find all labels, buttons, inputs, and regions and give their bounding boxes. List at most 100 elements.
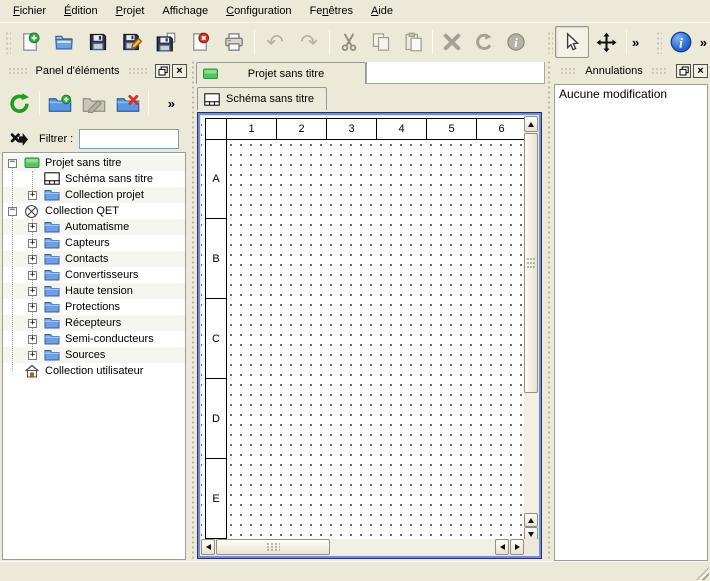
tab-project[interactable]: Projet sans titre [196, 62, 366, 84]
expand-icon[interactable] [28, 223, 37, 232]
open-project-button[interactable] [47, 26, 81, 58]
tree-item-automatisme[interactable]: Automatisme [3, 219, 185, 235]
folder-icon [44, 236, 60, 250]
expand-icon[interactable] [28, 239, 37, 248]
filter-input[interactable] [79, 129, 179, 149]
vertical-scroll-thumb[interactable] [524, 133, 538, 393]
menu-configuration[interactable]: Configuration [217, 2, 300, 20]
tab-schema[interactable]: Schéma sans titre [197, 87, 327, 110]
toolbar-drag-handle[interactable] [655, 30, 662, 54]
folder-icon [44, 332, 60, 346]
tree-item-label: Contacts [65, 253, 108, 265]
save-as-button[interactable] [115, 26, 149, 58]
horizontal-scrollbar[interactable] [201, 539, 524, 555]
toolbar-drag-handle[interactable] [546, 30, 553, 54]
redo-button[interactable]: ↷ [292, 26, 326, 58]
toolbar-overflow-button[interactable]: » [630, 35, 641, 50]
tree-item-recepteurs[interactable]: Récepteurs [3, 315, 185, 331]
copy-button[interactable] [365, 26, 397, 58]
delete-button[interactable] [436, 26, 468, 58]
dock-float-button[interactable] [676, 64, 691, 78]
scroll-left-button[interactable] [495, 539, 509, 555]
expand-icon[interactable] [28, 191, 37, 200]
menu-projet[interactable]: Projet [107, 2, 154, 20]
svg-text:i: i [514, 36, 518, 50]
dock-float-button[interactable] [155, 64, 170, 78]
tree-item-semi-conducteurs[interactable]: Semi-conducteurs [3, 331, 185, 347]
element-info-button[interactable]: i [500, 26, 532, 58]
menu-edition[interactable]: Édition [55, 2, 107, 20]
tree-item-capteurs[interactable]: Capteurs [3, 235, 185, 251]
tree-item-contacts[interactable]: Contacts [3, 251, 185, 267]
expand-icon[interactable] [28, 351, 37, 360]
toolbar-separator [254, 30, 255, 54]
menu-affichage[interactable]: Affichage [153, 2, 217, 20]
main-area: Panel d'éléments × » Filtrer : [0, 60, 710, 561]
tree-item-sources[interactable]: Sources [3, 347, 185, 363]
print-button[interactable] [217, 26, 251, 58]
about-info-button[interactable]: i [664, 26, 698, 58]
tree-item-collection-utilisateur[interactable]: Collection utilisateur [3, 363, 185, 379]
tree-item-haute-tension[interactable]: Haute tension [3, 283, 185, 299]
move-arrows-icon [596, 32, 617, 53]
clear-filter-icon[interactable] [10, 131, 29, 148]
float-icon [158, 66, 168, 76]
toolbar-overflow-button[interactable]: » [698, 35, 709, 50]
scroll-left-button[interactable] [201, 539, 215, 555]
undo-button[interactable]: ↶ [258, 26, 292, 58]
undo-history-item[interactable]: Aucune modification [555, 85, 707, 103]
toolbar-drag-handle[interactable] [4, 30, 11, 54]
expand-icon[interactable] [28, 319, 37, 328]
splitter-left[interactable] [189, 60, 196, 561]
expand-icon[interactable] [28, 271, 37, 280]
paste-button[interactable] [397, 26, 429, 58]
project-tab-bar: Projet sans titre [196, 62, 545, 84]
delete-category-button[interactable] [111, 85, 145, 121]
menu-fichier[interactable]: Fichier [4, 2, 55, 20]
tree-item-collection-projet[interactable]: Collection projet [3, 187, 185, 203]
diagram-canvas[interactable]: 1 2 3 4 5 6 A B C D E [201, 116, 524, 539]
dock-close-button[interactable]: × [693, 64, 708, 78]
tree-item-protections[interactable]: Protections [3, 299, 185, 315]
scroll-right-button[interactable] [510, 539, 524, 555]
resize-grip[interactable] [696, 567, 709, 580]
scrollbar-corner [524, 539, 538, 555]
scroll-up-button[interactable] [524, 513, 538, 527]
expand-icon[interactable] [28, 335, 37, 344]
tree-item-schema[interactable]: Schéma sans titre [3, 171, 185, 187]
scroll-up-button[interactable] [524, 116, 538, 132]
close-file-button[interactable] [183, 26, 217, 58]
new-category-button[interactable] [43, 85, 77, 121]
move-mode-button[interactable] [589, 26, 623, 58]
close-icon: × [176, 66, 182, 77]
menu-fenetres[interactable]: Fenêtres [301, 2, 362, 20]
cut-button[interactable] [333, 26, 365, 58]
save-button[interactable] [81, 26, 115, 58]
toolbar-overflow-button[interactable]: » [166, 96, 177, 111]
up-arrow-icon [528, 122, 534, 127]
expand-icon[interactable] [28, 287, 37, 296]
up-arrow-icon [528, 518, 534, 523]
new-document-button[interactable] [13, 26, 47, 58]
dock-close-button[interactable]: × [172, 64, 187, 78]
undo-history-list[interactable]: Aucune modification [554, 84, 708, 561]
rotate-button[interactable] [468, 26, 500, 58]
expand-icon[interactable] [28, 255, 37, 264]
reload-collections-button[interactable] [2, 85, 36, 121]
vertical-scrollbar[interactable] [524, 116, 538, 541]
menu-aide[interactable]: Aide [362, 2, 402, 20]
horizontal-scroll-thumb[interactable] [216, 539, 330, 555]
expand-icon[interactable] [28, 303, 37, 312]
collapse-icon[interactable] [8, 207, 17, 216]
splitter-right[interactable] [545, 60, 552, 561]
tab-bar-empty-area [366, 62, 545, 84]
tree-item-project[interactable]: Projet sans titre [3, 155, 185, 171]
edit-category-button[interactable] [77, 85, 111, 121]
tree-item-convertisseurs[interactable]: Convertisseurs [3, 267, 185, 283]
selection-mode-button[interactable] [555, 26, 589, 58]
tree-item-collection-qet[interactable]: Collection QET [3, 203, 185, 219]
save-all-button[interactable] [149, 26, 183, 58]
folder-icon [44, 220, 60, 234]
main-toolbar: ↶ ↷ i » i » [0, 24, 710, 60]
collapse-icon[interactable] [8, 159, 17, 168]
